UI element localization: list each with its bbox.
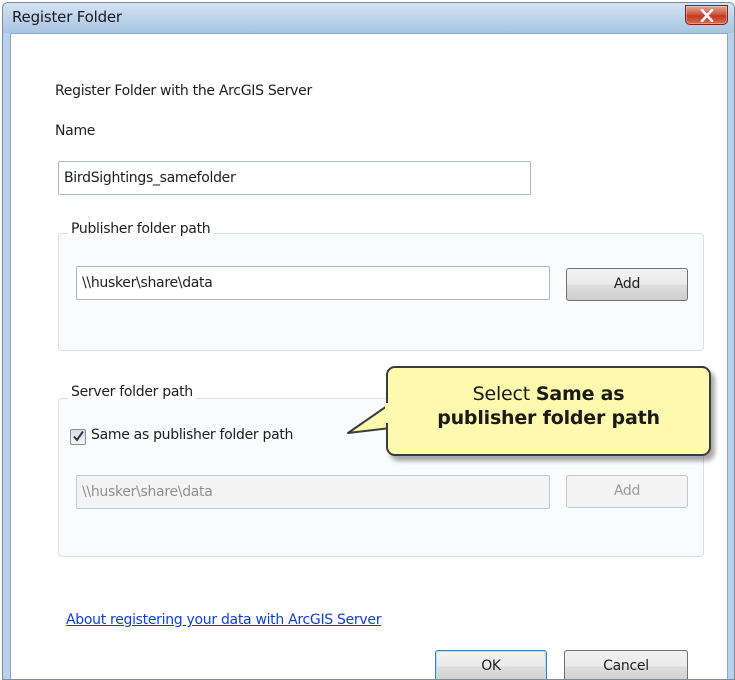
dialog-body: Register Folder with the ArcGIS Server N… (10, 33, 728, 679)
checkmark-icon (73, 430, 84, 442)
ok-button[interactable]: OK (435, 650, 547, 679)
server-add-button[interactable]: Add (566, 475, 688, 508)
instruction-callout: Select Same as publisher folder path (386, 366, 711, 456)
register-folder-window: Register Folder Register Folder with the… (2, 2, 735, 680)
server-path-field[interactable]: \\husker\share\data (76, 475, 550, 509)
close-icon (700, 9, 714, 22)
callout-prefix: Select (472, 383, 536, 405)
cancel-button[interactable]: Cancel (564, 650, 688, 679)
publisher-path-field[interactable]: \\husker\share\data (76, 266, 550, 300)
name-label: Name (55, 123, 96, 139)
publisher-add-button[interactable]: Add (566, 268, 688, 301)
dialog-heading: Register Folder with the ArcGIS Server (55, 83, 312, 99)
name-field[interactable]: BirdSightings_samefolder (58, 161, 531, 195)
callout-pointer-cover (385, 403, 395, 423)
callout-emphasis-2: publisher folder path (437, 407, 660, 429)
title-bar[interactable]: Register Folder (3, 3, 734, 33)
close-button[interactable] (685, 5, 728, 25)
window-title: Register Folder (12, 8, 122, 26)
same-as-publisher-checkbox[interactable] (70, 429, 86, 445)
publisher-folder-caption: Publisher folder path (68, 221, 214, 237)
same-as-publisher-label[interactable]: Same as publisher folder path (91, 427, 293, 443)
callout-emphasis-1: Same as (535, 383, 625, 405)
help-link[interactable]: About registering your data with ArcGIS … (66, 612, 381, 628)
server-folder-caption: Server folder path (68, 384, 196, 400)
